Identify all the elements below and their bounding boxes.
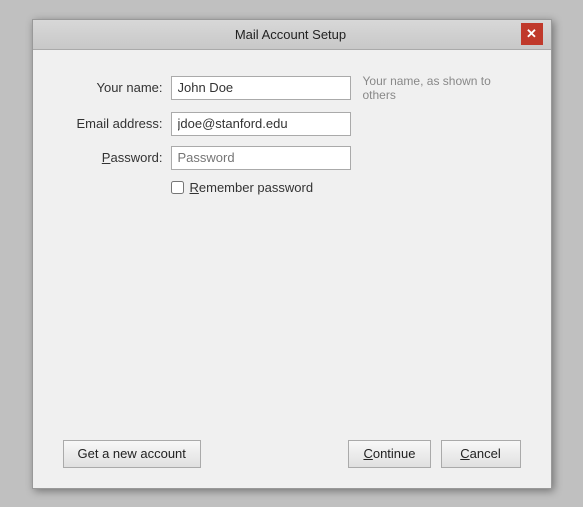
name-input[interactable] [171, 76, 351, 100]
dialog-title: Mail Account Setup [61, 27, 521, 42]
password-row: Password: [63, 146, 521, 170]
close-button[interactable]: ✕ [521, 23, 543, 45]
password-input[interactable] [171, 146, 351, 170]
name-hint: Your name, as shown to others [363, 74, 521, 102]
cancel-button[interactable]: Cancel [441, 440, 521, 468]
dialog-content: Your name: Your name, as shown to others… [33, 50, 551, 488]
password-label: Password: [63, 150, 163, 165]
remember-password-row: Remember password [171, 180, 521, 195]
email-input[interactable] [171, 112, 351, 136]
get-account-button[interactable]: Get a new account [63, 440, 201, 468]
button-bar: Get a new account Continue Cancel [63, 430, 521, 472]
email-label: Email address: [63, 116, 163, 131]
continue-button[interactable]: Continue [348, 440, 430, 468]
mail-account-setup-dialog: Mail Account Setup ✕ Your name: Your nam… [32, 19, 552, 489]
name-row: Your name: Your name, as shown to others [63, 74, 521, 102]
content-spacer [63, 195, 521, 430]
button-left: Get a new account [63, 440, 201, 468]
remember-password-label: Remember password [190, 180, 314, 195]
remember-password-checkbox[interactable] [171, 181, 184, 194]
button-right: Continue Cancel [348, 440, 520, 468]
name-label: Your name: [63, 80, 163, 95]
form-area: Your name: Your name, as shown to others… [63, 74, 521, 195]
email-row: Email address: [63, 112, 521, 136]
title-bar: Mail Account Setup ✕ [33, 20, 551, 50]
